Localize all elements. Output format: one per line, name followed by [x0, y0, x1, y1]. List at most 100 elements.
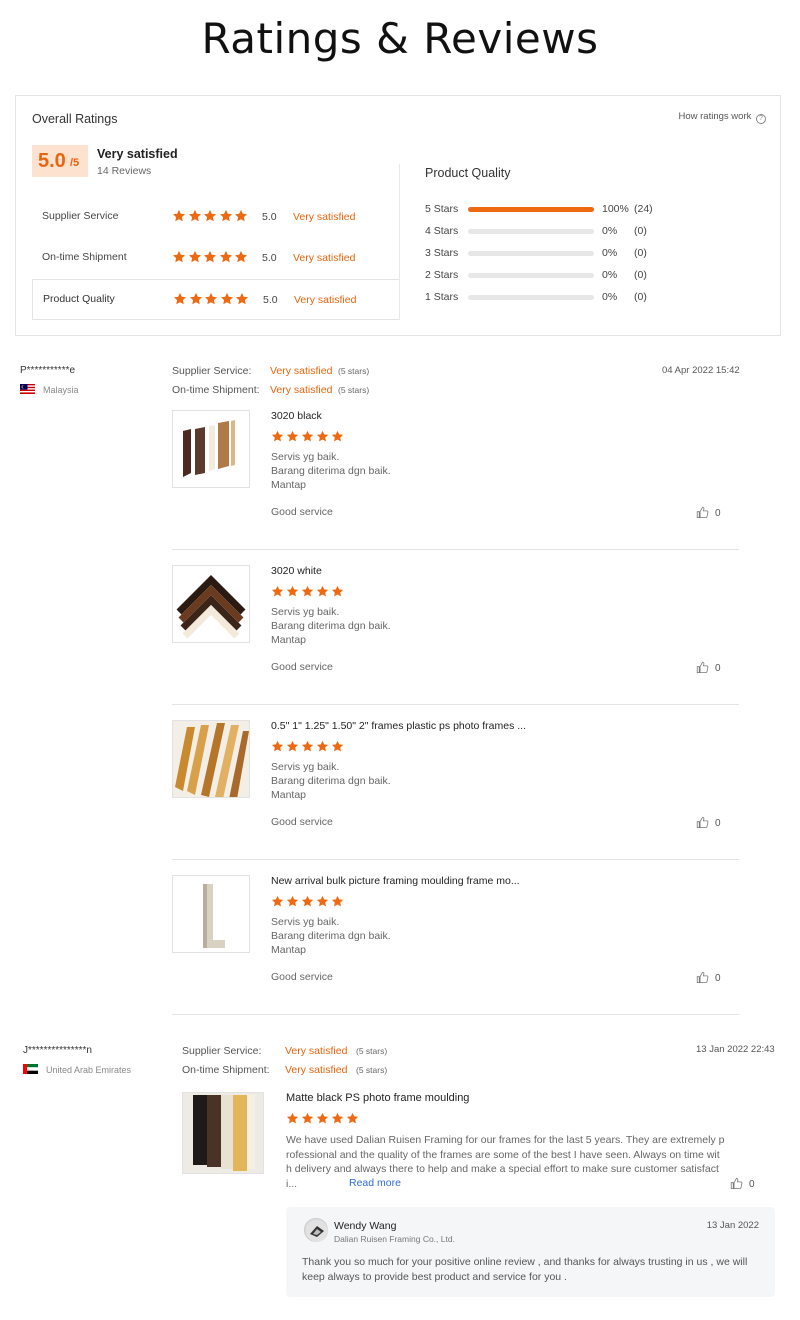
star-icon	[234, 250, 248, 264]
divider	[399, 164, 400, 320]
product-thumbnail[interactable]	[172, 565, 250, 643]
distribution-row-1: 1 Stars 0% (0)	[425, 291, 675, 305]
review-tag: Good service	[271, 971, 333, 983]
star-icon	[219, 250, 233, 264]
review-text: Servis yg baik. Barang diterima dgn baik…	[271, 605, 391, 647]
distribution-count: (24)	[634, 203, 653, 215]
star-icon	[203, 209, 217, 223]
like-button[interactable]: 0	[730, 1177, 755, 1190]
star-icon	[235, 292, 249, 306]
divider	[172, 704, 739, 705]
product-name[interactable]: 0.5" 1" 1.25" 1.50" 2" frames plastic ps…	[271, 720, 526, 732]
product-name[interactable]: 3020 black	[271, 410, 322, 422]
product-star-rating	[271, 430, 346, 448]
review-line: We have used Dalian Ruisen Framing for o…	[286, 1134, 725, 1146]
review-line: Barang diterima dgn baik.	[271, 930, 391, 942]
distribution-percent: 0%	[602, 291, 618, 303]
overall-ratings-title: Overall Ratings	[32, 112, 118, 126]
star-icon	[271, 585, 284, 598]
shipment-value: Very satisfied	[285, 1064, 348, 1076]
star-icon	[219, 209, 233, 223]
star-icon	[316, 740, 329, 753]
product-name[interactable]: 3020 white	[271, 565, 322, 577]
star-icon	[172, 250, 186, 264]
review-line: Servis yg baik.	[271, 451, 340, 463]
like-button[interactable]: 0	[696, 506, 721, 519]
product-thumbnail[interactable]	[172, 410, 250, 488]
product-thumbnail[interactable]	[172, 875, 250, 953]
rating-score: 5.0	[262, 211, 277, 223]
star-icon	[286, 740, 299, 753]
shipment-stars: (5 stars)	[338, 385, 370, 395]
divider	[172, 549, 739, 550]
rating-row-on-time-shipment[interactable]: On-time Shipment 5.0 Very satisfied	[32, 238, 400, 279]
supplier-service-stars: (5 stars)	[338, 366, 370, 376]
star-icon	[172, 209, 186, 223]
shipment-label: On-time Shipment:	[182, 1064, 270, 1076]
review-line: Mantap	[271, 944, 307, 956]
star-icon	[331, 740, 344, 753]
star-rating	[173, 292, 251, 310]
rating-row-product-quality[interactable]: Product Quality 5.0 Very satisfied	[32, 279, 400, 320]
distribution-bar-track	[468, 273, 594, 278]
product-name[interactable]: New arrival bulk picture framing mouldin…	[271, 875, 520, 887]
star-icon	[286, 1112, 299, 1125]
review-text: Servis yg baik. Barang diterima dgn baik…	[271, 760, 391, 802]
distribution-label: 2 Stars	[425, 269, 459, 281]
reviewer-name: P***********e	[20, 365, 76, 376]
supplier-reply: Wendy Wang Dalian Ruisen Framing Co., Lt…	[286, 1207, 775, 1297]
star-icon	[331, 585, 344, 598]
rating-label: Supplier Service	[42, 210, 119, 222]
star-rating	[172, 209, 250, 227]
product-star-rating	[271, 895, 346, 913]
star-icon	[301, 740, 314, 753]
overall-score-badge: 5.0 /5	[32, 145, 88, 177]
how-ratings-work-link[interactable]: How ratings work ?	[679, 111, 766, 124]
review-line: Mantap	[271, 479, 307, 491]
rating-text: Very satisfied	[294, 294, 357, 306]
product-star-rating	[286, 1112, 361, 1130]
rating-row-supplier-service[interactable]: Supplier Service 5.0 Very satisfied	[32, 197, 400, 238]
reviewer-name: J***************n	[23, 1045, 92, 1056]
like-count: 0	[715, 973, 721, 984]
thumbs-up-icon	[696, 506, 709, 519]
product-thumbnail[interactable]	[182, 1092, 264, 1174]
overall-score: 5.0	[38, 150, 66, 172]
review-line: Mantap	[271, 789, 307, 801]
rating-label: On-time Shipment	[42, 251, 127, 263]
star-icon	[316, 430, 329, 443]
review-text: Servis yg baik. Barang diterima dgn baik…	[271, 450, 391, 492]
like-button[interactable]: 0	[696, 971, 721, 984]
distribution-row-3: 3 Stars 0% (0)	[425, 247, 675, 261]
rating-score: 5.0	[263, 294, 278, 306]
star-icon	[316, 1112, 329, 1125]
country-label: Malaysia	[43, 385, 79, 395]
distribution-title: Product Quality	[425, 166, 511, 180]
supplier-service-value: Very satisfied	[285, 1045, 348, 1057]
distribution-bar-track	[468, 207, 594, 212]
star-icon	[301, 1112, 314, 1125]
star-icon	[346, 1112, 359, 1125]
review-line: Servis yg baik.	[271, 916, 340, 928]
like-button[interactable]: 0	[696, 661, 721, 674]
star-icon	[271, 740, 284, 753]
distribution-bar-track	[468, 229, 594, 234]
distribution-count: (0)	[634, 291, 647, 303]
star-icon	[316, 895, 329, 908]
star-icon	[316, 585, 329, 598]
read-more-link[interactable]: Read more	[349, 1177, 401, 1189]
distribution-count: (0)	[634, 247, 647, 259]
shipment-stars: (5 stars)	[356, 1065, 388, 1075]
distribution-count: (0)	[634, 225, 647, 237]
star-icon	[220, 292, 234, 306]
star-icon	[331, 895, 344, 908]
star-icon	[286, 430, 299, 443]
like-button[interactable]: 0	[696, 816, 721, 829]
product-thumbnail[interactable]	[172, 720, 250, 798]
star-icon	[173, 292, 187, 306]
product-name[interactable]: Matte black PS photo frame moulding	[286, 1092, 469, 1104]
supplier-service-value: Very satisfied	[270, 365, 333, 377]
review-tag: Good service	[271, 506, 333, 518]
distribution-bar-track	[468, 295, 594, 300]
review-tag: Good service	[271, 661, 333, 673]
